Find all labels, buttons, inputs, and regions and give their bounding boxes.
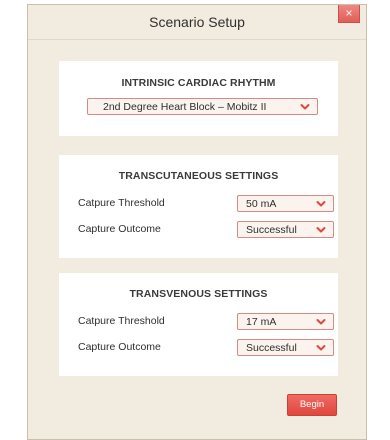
- intrinsic-rhythm-panel: INTRINSIC CARDIAC RHYTHM 2nd Degree Hear…: [59, 61, 338, 136]
- close-icon: ×: [345, 6, 353, 20]
- tc-outcome-label: Capture Outcome: [78, 223, 161, 235]
- scenario-setup-dialog: Scenario Setup × INTRINSIC CARDIAC RHYTH…: [27, 4, 367, 440]
- chevron-down-icon: [300, 104, 310, 110]
- tc-threshold-label: Catpure Threshold: [78, 197, 165, 209]
- tc-threshold-value: 50 mA: [246, 198, 277, 210]
- transvenous-heading: TRANSVENOUS SETTINGS: [129, 288, 268, 300]
- tc-threshold-select[interactable]: 50 mA: [237, 195, 334, 212]
- transvenous-panel: TRANSVENOUS SETTINGS Catpure Threshold 1…: [59, 273, 338, 376]
- intrinsic-rhythm-heading: INTRINSIC CARDIAC RHYTHM: [121, 77, 276, 89]
- tv-outcome-value: Successful: [246, 342, 297, 354]
- chevron-down-icon: [316, 319, 326, 325]
- close-button[interactable]: ×: [338, 5, 360, 23]
- chevron-down-icon: [316, 201, 326, 207]
- transcutaneous-heading: TRANSCUTANEOUS SETTINGS: [118, 170, 279, 182]
- tv-threshold-label: Catpure Threshold: [78, 315, 165, 327]
- title-bar: Scenario Setup ×: [28, 5, 366, 40]
- rhythm-select-value: 2nd Degree Heart Block – Mobitz II: [103, 101, 267, 113]
- tv-outcome-label: Capture Outcome: [78, 341, 161, 353]
- chevron-down-icon: [316, 227, 326, 233]
- rhythm-select[interactable]: 2nd Degree Heart Block – Mobitz II: [87, 98, 318, 115]
- tv-outcome-select[interactable]: Successful: [237, 339, 334, 356]
- tc-outcome-select[interactable]: Successful: [237, 221, 334, 238]
- transcutaneous-panel: TRANSCUTANEOUS SETTINGS Catpure Threshol…: [59, 155, 338, 258]
- tc-outcome-value: Successful: [246, 224, 297, 236]
- chevron-down-icon: [316, 345, 326, 351]
- begin-button[interactable]: Begin: [287, 394, 337, 416]
- dialog-title: Scenario Setup: [149, 14, 245, 30]
- tv-threshold-value: 17 mA: [246, 316, 277, 328]
- tv-threshold-select[interactable]: 17 mA: [237, 313, 334, 330]
